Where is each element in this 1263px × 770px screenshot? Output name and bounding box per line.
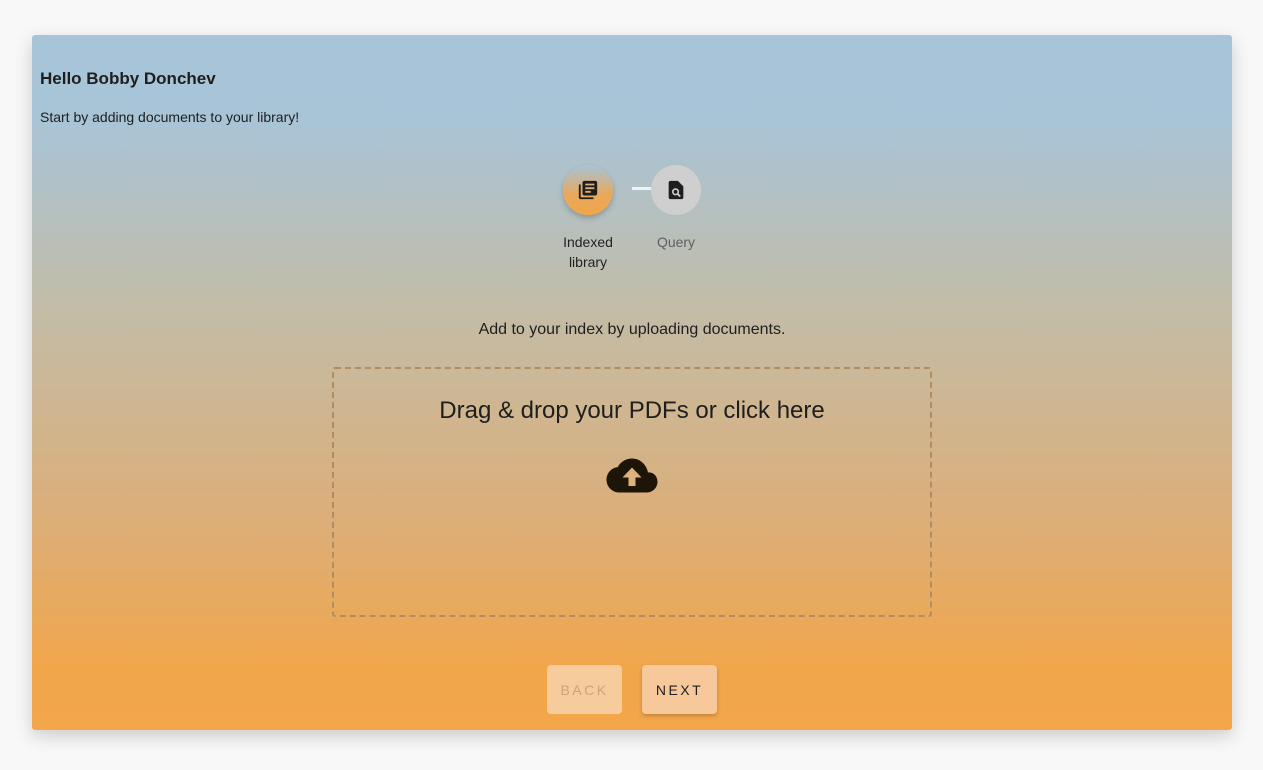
step-indicator-active bbox=[563, 165, 613, 215]
dropzone-text: Drag & drop your PDFs or click here bbox=[439, 397, 825, 424]
next-button[interactable]: Next bbox=[642, 665, 717, 714]
upload-instruction: Add to your index by uploading documents… bbox=[478, 321, 786, 338]
pdf-dropzone[interactable]: Drag & drop your PDFs or click here bbox=[332, 367, 932, 617]
step-indexed-library[interactable]: Indexed library bbox=[552, 165, 624, 272]
document-search-icon bbox=[668, 180, 684, 200]
onboarding-card: Hello Bobby Donchev Start by adding docu… bbox=[32, 35, 1232, 730]
step-label-indexed-library: Indexed library bbox=[563, 234, 613, 270]
stepper: Indexed library Query bbox=[552, 165, 712, 275]
library-books-icon bbox=[578, 180, 598, 200]
greeting-title: Hello Bobby Donchev bbox=[40, 69, 216, 88]
step-indicator-inactive bbox=[651, 165, 701, 215]
cloud-upload-icon bbox=[606, 458, 658, 493]
step-query[interactable]: Query bbox=[640, 165, 712, 252]
greeting-subtitle: Start by adding documents to your librar… bbox=[40, 109, 300, 125]
step-label-query: Query bbox=[656, 234, 696, 250]
back-button[interactable]: Back bbox=[547, 665, 622, 714]
